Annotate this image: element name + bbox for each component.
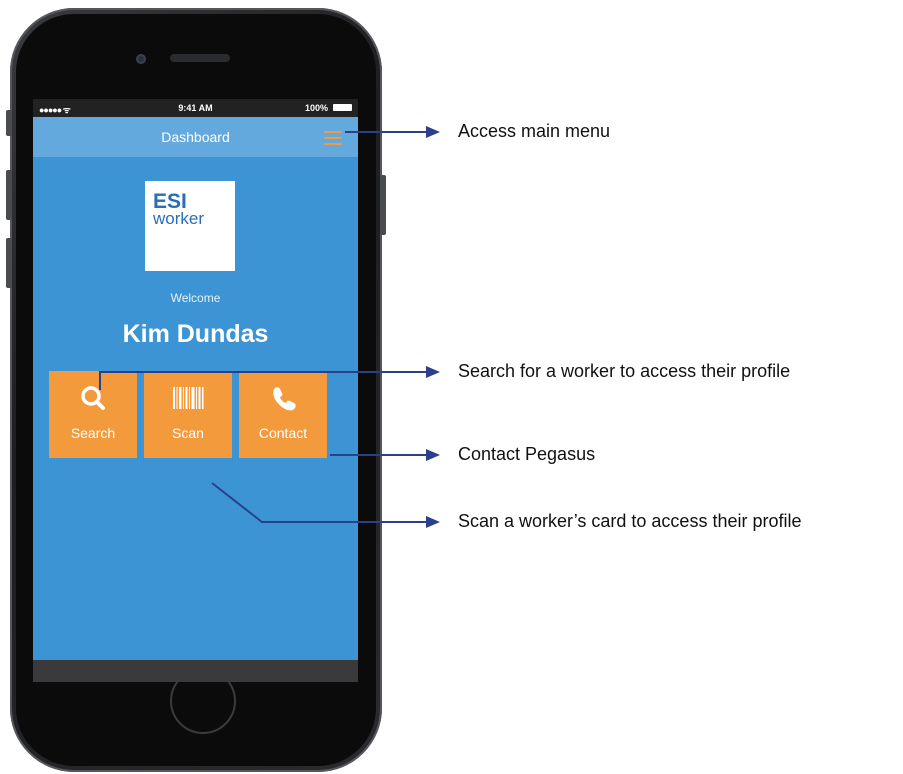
app-screen: ●●●●● ᯤ 9:41 AM 100% Dashboard ESI worke… [33,99,358,682]
contact-button[interactable]: Contact [239,371,327,458]
callout-line-menu [345,131,430,133]
contact-button-label: Contact [258,425,308,441]
scan-button-label: Scan [172,425,204,441]
status-bar: ●●●●● ᯤ 9:41 AM 100% [33,99,358,117]
callout-line-scan [261,521,430,523]
logo-line-worker: worker [153,209,205,228]
earpiece-speaker [170,54,230,62]
screen-bottom-bar [33,660,358,682]
phone-icon [273,387,296,411]
callout-line-search-vertical [99,372,101,390]
front-camera [136,54,146,64]
barcode-icon [173,387,204,409]
navigation-bar: Dashboard [33,117,358,157]
arrow-head-menu [426,126,440,138]
callout-line-contact [330,454,430,456]
arrow-head-search [426,366,440,378]
callout-menu: Access main menu [458,121,611,141]
esi-worker-logo: ESI worker [145,181,235,271]
callout-line-scan-diagonal [211,482,263,523]
user-name: Kim Dundas [122,320,269,348]
arrow-head-contact [426,449,440,461]
volume-up-button [6,170,12,220]
hamburger-menu-icon[interactable] [324,131,342,145]
welcome-label: Welcome [170,291,221,305]
callout-scan: Scan a worker’s card to access their pro… [458,511,802,531]
arrow-head-scan [426,516,440,528]
search-button[interactable]: Search [49,371,137,458]
search-icon [81,386,105,410]
callout-contact: Contact Pegasus [458,444,596,464]
volume-down-button [6,238,12,288]
scan-button[interactable]: Scan [144,371,232,458]
power-button [380,175,386,235]
battery-icon [333,104,352,111]
callout-search: Search for a worker to access their prof… [458,361,791,381]
mute-switch [6,110,12,136]
search-button-label: Search [70,425,116,441]
battery-percent: 100% [304,103,328,113]
page-title: Dashboard [161,129,230,145]
callout-line-search [99,371,429,373]
